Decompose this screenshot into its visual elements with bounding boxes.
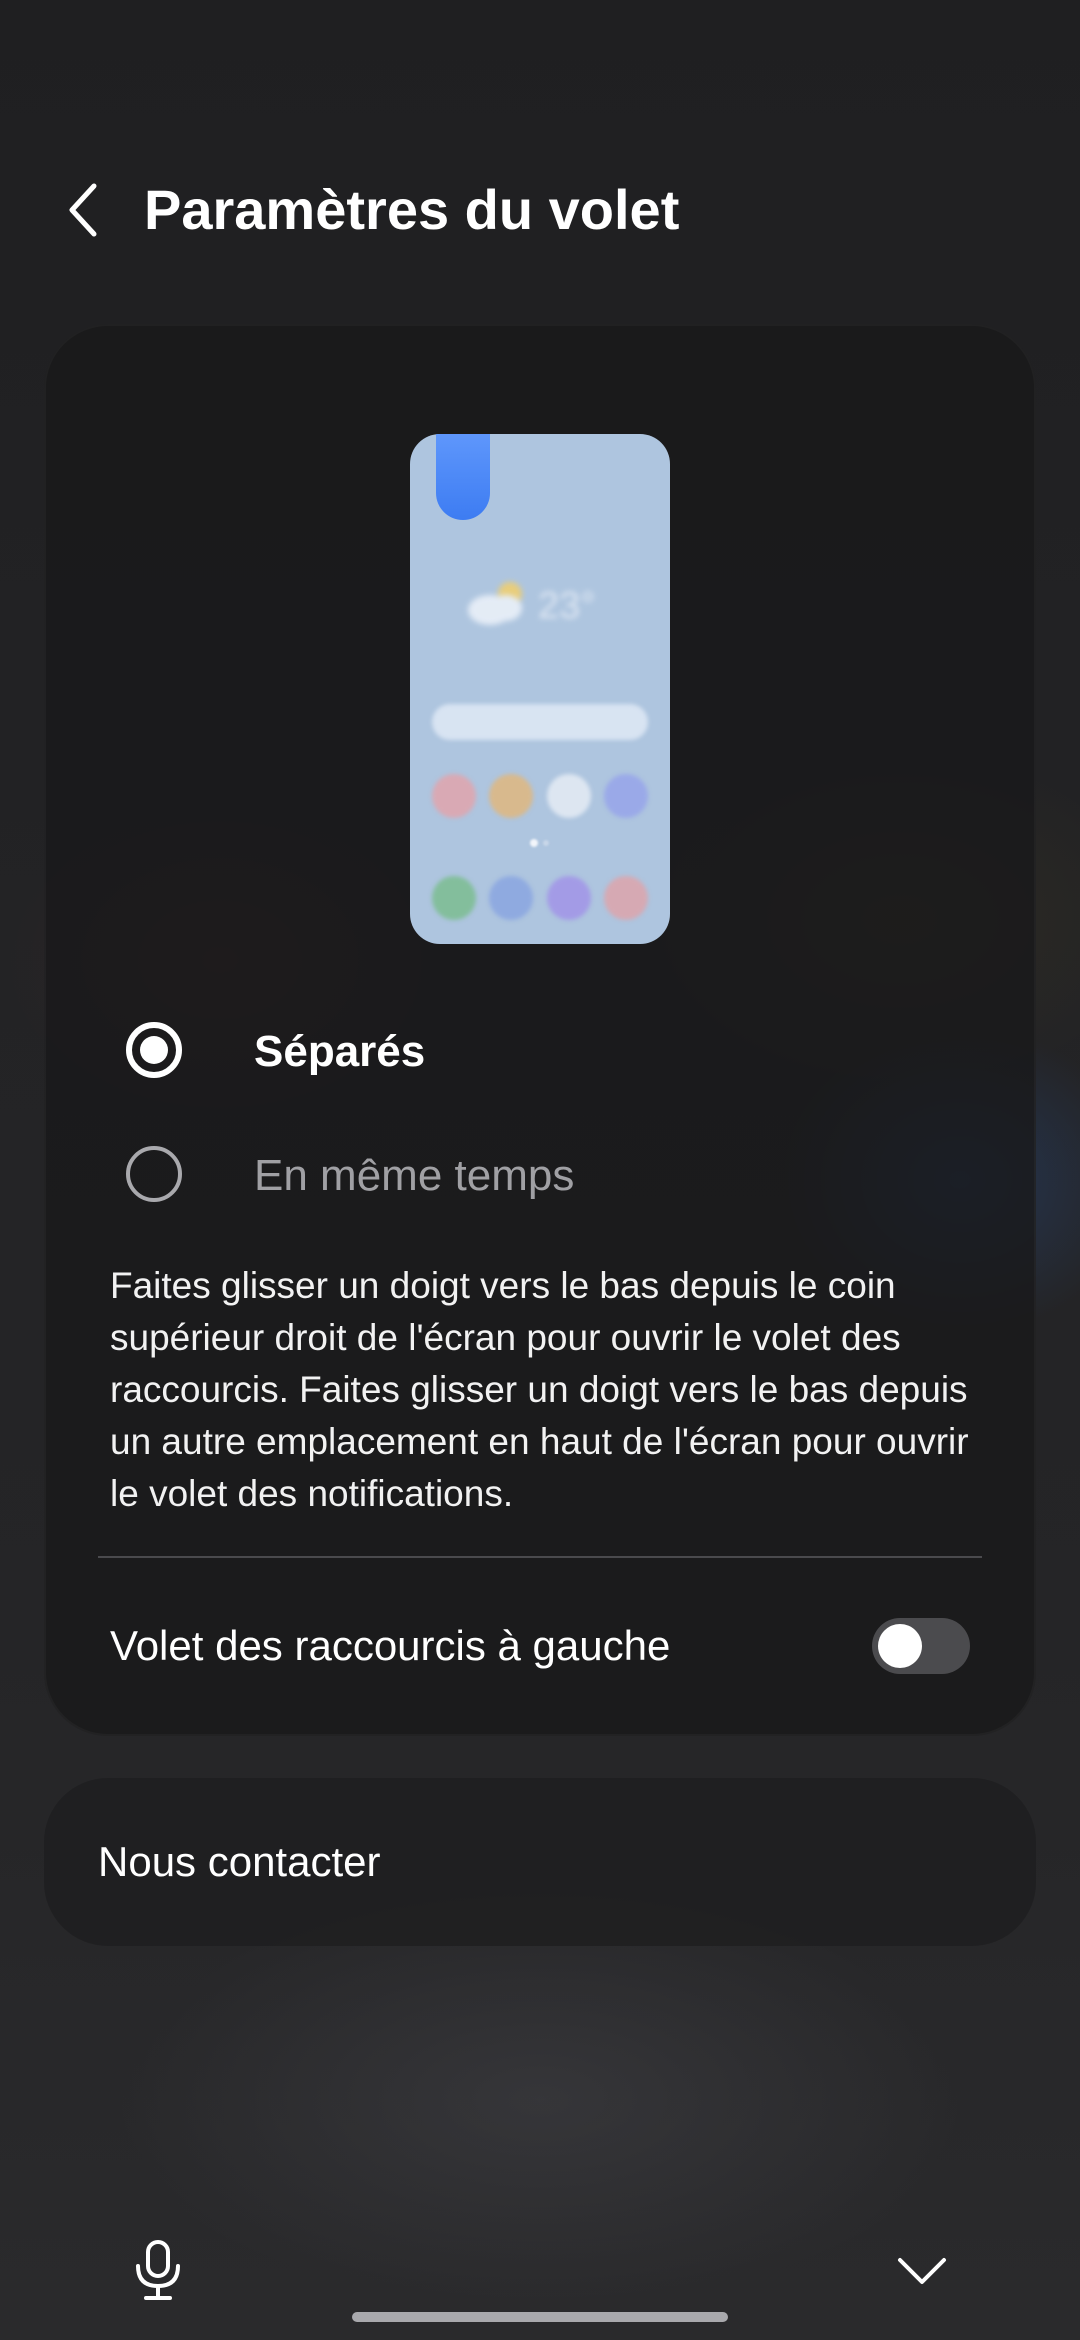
microphone-icon [136,2240,180,2300]
preview-app-icon [432,876,476,920]
phone-preview-illustration: 23° [410,434,670,944]
preview-app-icon [546,876,591,920]
home-indicator[interactable] [352,2312,728,2322]
page-title: Paramètres du volet [144,178,680,241]
preview-app-icon [432,774,476,818]
divider [98,1556,982,1558]
back-button[interactable] [56,178,120,242]
contact-us-item[interactable]: Nous contacter [44,1778,1036,1946]
preview-app-icon [603,876,648,920]
radio-unselected-icon [126,1146,182,1202]
app-header: Paramètres du volet [0,160,1080,260]
quick-panel-indicator [436,434,490,520]
toggle-label: Volet des raccourcis à gauche [110,1622,671,1669]
option-label: Séparés [254,1027,426,1076]
partly-sunny-icon: 23° [468,582,595,627]
collapse-button[interactable] [888,2236,956,2304]
preview-app-row-2 [432,876,648,922]
option-simultaneous[interactable]: En même temps [84,1124,996,1224]
contact-us-label: Nous contacter [98,1838,381,1885]
quick-panel-left-setting[interactable]: Volet des raccourcis à gauche [84,1576,996,1716]
switch-knob [878,1624,922,1668]
radio-selected-icon [126,1022,182,1078]
chevron-down-icon [898,2258,946,2284]
option-description: Faites glisser un doigt vers le bas depu… [110,1265,969,1514]
preview-search-bar [432,704,648,740]
chevron-left-icon [69,183,97,237]
preview-app-icon [603,774,648,818]
preview-temperature: 23° [538,585,595,627]
preview-app-icon [546,774,591,818]
quick-panel-left-switch[interactable] [872,1618,970,1674]
preview-app-icon [489,876,534,920]
preview-app-row-1 [432,774,648,820]
voice-input-button[interactable] [124,2236,192,2304]
preview-app-icon [489,774,534,818]
option-separate[interactable]: Séparés [84,1000,996,1100]
page-indicator-dots [530,839,549,847]
option-label: En même temps [254,1151,575,1200]
panel-settings-card: 23° Séparés En même temps Faites glisser… [44,324,1036,1736]
